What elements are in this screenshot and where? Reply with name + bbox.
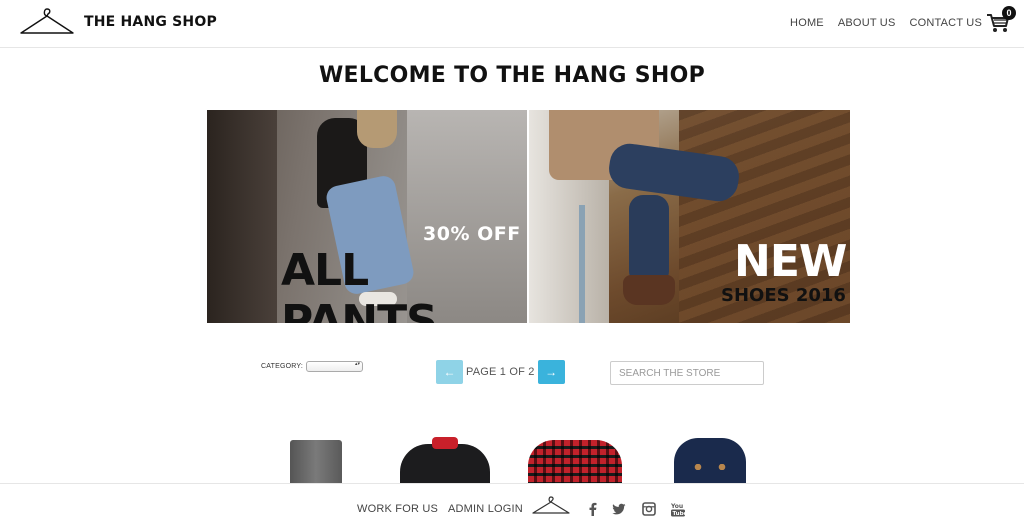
site-header: THE HANG SHOP HOME ABOUT US CONTACT US 0 — [0, 0, 1024, 48]
page-indicator: PAGE 1 OF 2 — [466, 366, 535, 378]
page-title: WELCOME TO THE HANG SHOP — [318, 63, 706, 88]
cart-count-badge: 0 — [1002, 6, 1016, 20]
black-shirt-collar — [432, 437, 458, 449]
nav-home[interactable]: HOME — [790, 17, 824, 29]
nav-contact-us[interactable]: CONTACT US — [910, 17, 983, 29]
svg-text:You: You — [671, 503, 683, 510]
banner-new-shoes[interactable]: NEW SHOES 2016 — [529, 110, 850, 323]
category-label: CATEGORY: — [261, 363, 303, 370]
navy-coat-image — [674, 438, 746, 484]
banner-stool — [579, 205, 585, 323]
banner-shoes-2016-text: SHOES 2016 — [721, 285, 846, 306]
product-black-shirt[interactable] — [396, 430, 492, 484]
product-navy-coat[interactable] — [670, 430, 750, 484]
instagram-icon[interactable] — [642, 502, 656, 516]
next-page-button[interactable]: → — [537, 360, 565, 384]
main-nav: HOME ABOUT US CONTACT US — [790, 17, 982, 29]
footer-work-for-us-link[interactable]: WORK FOR US — [357, 503, 438, 515]
arrow-right-icon: → — [545, 365, 558, 379]
site-footer: WORK FOR US ADMIN LOGIN YouTube — [0, 483, 1024, 531]
facebook-icon[interactable] — [586, 502, 600, 516]
svg-text:Tube: Tube — [673, 511, 686, 517]
black-shirt-image — [400, 444, 490, 484]
grey-pants-image — [290, 440, 342, 484]
category-filter: CATEGORY: — [261, 361, 363, 372]
youtube-icon[interactable]: YouTube — [670, 502, 688, 517]
twitter-icon[interactable] — [612, 502, 626, 516]
product-plaid-shirt[interactable] — [526, 430, 624, 484]
hanger-icon — [20, 8, 74, 34]
pagination: ← PAGE 1 OF 2 → — [436, 360, 565, 384]
banner-discount-text: 30% OFF — [423, 223, 521, 245]
banner-all-pants-text: ALL PANTS — [281, 245, 438, 323]
product-grey-pants[interactable] — [288, 430, 344, 484]
brand-name: THE HANG SHOP — [84, 14, 217, 30]
logo[interactable]: THE HANG SHOP — [18, 6, 217, 38]
cart-button[interactable]: 0 — [986, 6, 1016, 35]
banner-person-hair — [357, 110, 397, 148]
nav-about-us[interactable]: ABOUT US — [838, 17, 896, 29]
banner-wall-shadow — [207, 110, 277, 323]
prev-page-button[interactable]: ← — [436, 360, 463, 384]
banner-person-leg — [629, 195, 669, 285]
banner-new-text: NEW — [734, 236, 847, 287]
navy-coat-buttons — [694, 464, 726, 470]
search-input[interactable] — [610, 361, 764, 385]
footer-admin-login-link[interactable]: ADMIN LOGIN — [448, 503, 523, 515]
arrow-left-icon: ← — [443, 365, 456, 379]
banner-all-pants[interactable]: 30% OFF ALL PANTS — [207, 110, 527, 323]
category-select[interactable] — [306, 361, 363, 372]
plaid-shirt-pattern — [528, 440, 622, 484]
banner-person-boot — [623, 275, 675, 305]
hanger-icon — [532, 496, 570, 514]
